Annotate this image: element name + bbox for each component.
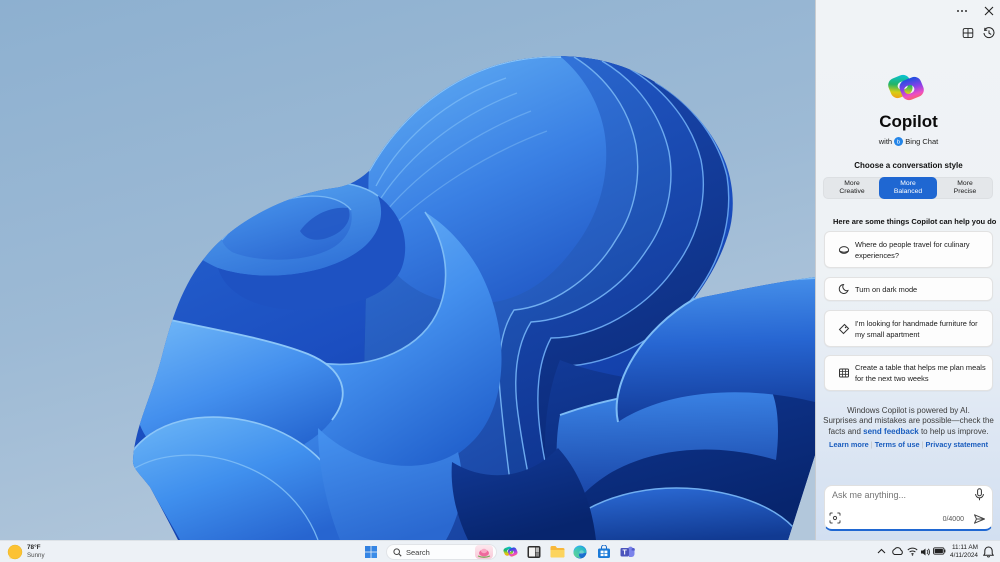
svg-text:T: T	[623, 550, 628, 557]
svg-text:b: b	[897, 140, 900, 146]
